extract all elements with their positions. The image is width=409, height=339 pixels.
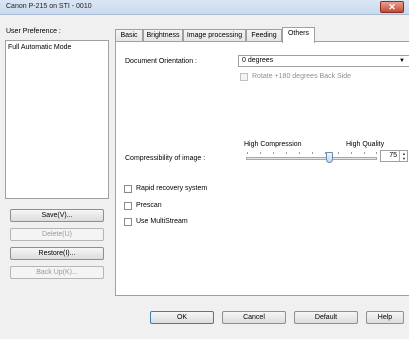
slider-tick xyxy=(273,152,274,154)
default-button[interactable]: Default xyxy=(294,311,358,324)
slider-high-label: High Quality xyxy=(346,141,385,148)
rotate-checkbox[interactable] xyxy=(240,73,248,81)
slider-tick xyxy=(351,152,352,154)
orientation-dropdown[interactable]: 0 degrees ▼ xyxy=(238,55,409,67)
slider-tick xyxy=(260,152,261,154)
delete-button[interactable]: Delete(U) xyxy=(10,228,104,241)
compression-slider-track[interactable] xyxy=(246,157,377,160)
list-item[interactable]: Full Automatic Mode xyxy=(8,44,71,51)
prescan-label: Prescan xyxy=(136,202,162,209)
compression-value: 75 xyxy=(389,152,397,159)
others-panel: Document Orientation : 0 degrees ▼ Rotat… xyxy=(115,41,409,296)
compress-label: Compressibility of image : xyxy=(125,155,206,162)
save-button[interactable]: Save(V)... xyxy=(10,209,104,222)
close-icon: ✕ xyxy=(388,2,396,12)
cancel-button[interactable]: Cancel xyxy=(222,311,286,324)
close-button[interactable]: ✕ xyxy=(380,1,404,13)
slider-tick xyxy=(247,152,248,154)
slider-tick xyxy=(312,152,313,154)
ok-button[interactable]: OK xyxy=(150,311,214,324)
prescan-checkbox[interactable] xyxy=(124,202,132,210)
orientation-value: 0 degrees xyxy=(242,57,274,64)
orientation-label: Document Orientation : xyxy=(125,58,197,65)
rapid-recovery-checkbox[interactable] xyxy=(124,185,132,193)
slider-tick xyxy=(338,152,339,154)
slider-tick xyxy=(299,152,300,154)
rapid-recovery-label: Rapid recovery system xyxy=(136,185,208,192)
restore-button[interactable]: Restore(I)... xyxy=(10,247,104,260)
backup-button[interactable]: Back Up(K)... xyxy=(10,266,104,279)
window-title: Canon P-215 on STI - 0010 xyxy=(6,3,92,10)
slider-tick xyxy=(364,152,365,154)
spin-down-icon[interactable]: ▼ xyxy=(400,156,408,161)
spin-buttons[interactable]: ▲ ▼ xyxy=(399,151,407,161)
user-preference-list[interactable]: Full Automatic Mode xyxy=(5,40,109,199)
slider-tick xyxy=(286,152,287,154)
slider-low-label: High Compression xyxy=(244,141,302,148)
user-preference-label: User Preference : xyxy=(6,28,61,35)
compression-slider-thumb[interactable] xyxy=(326,152,333,163)
chevron-down-icon: ▼ xyxy=(399,58,405,64)
multistream-checkbox[interactable] xyxy=(124,218,132,226)
help-button[interactable]: Help xyxy=(366,311,404,324)
multistream-label: Use MultiStream xyxy=(136,218,188,225)
compression-spinbox[interactable]: 75 ▲ ▼ xyxy=(380,150,408,162)
title-bar: Canon P-215 on STI - 0010 ✕ xyxy=(0,0,409,15)
rotate-label: Rotate +180 degrees Back Side xyxy=(252,73,352,80)
dialog-footer: OK Cancel Default Help xyxy=(115,296,409,339)
slider-tick xyxy=(376,152,377,154)
tab-others[interactable]: Others xyxy=(282,27,315,43)
